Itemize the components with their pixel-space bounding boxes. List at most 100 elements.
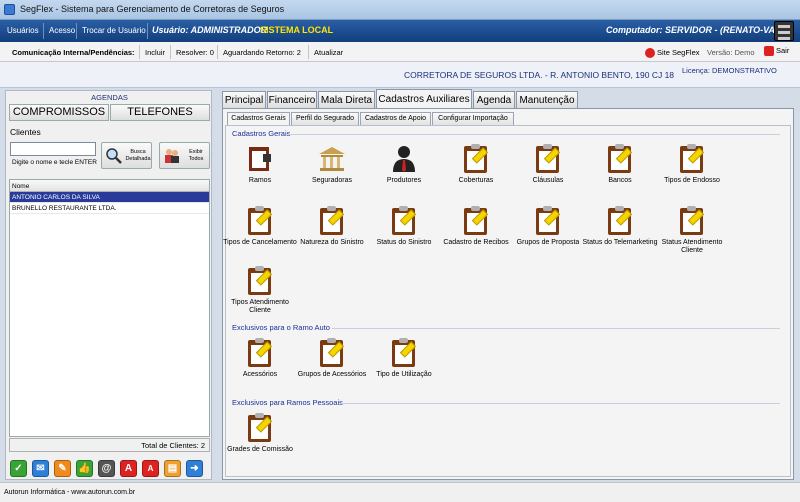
exibir-label: Exibir Todos — [188, 149, 204, 162]
status-telemarketing-item[interactable]: Status do Telemarketing — [580, 206, 660, 247]
tipo-utilizacao-label: Tipo de Utilização — [376, 371, 432, 378]
system-label: SISTEMA LOCAL — [260, 25, 334, 35]
acessorios-item[interactable]: Acessórios — [220, 338, 300, 379]
compromissos-button[interactable]: COMPROMISSOS — [9, 104, 109, 121]
printer-icon[interactable]: ▤ — [164, 460, 181, 477]
edit-icon[interactable]: ✎ — [54, 460, 71, 477]
person-icon — [389, 144, 419, 174]
tab-cadastros-auxiliares[interactable]: Cadastros Auxiliares — [376, 89, 472, 110]
arrow-right-icon[interactable]: ➜ — [186, 460, 203, 477]
subtab-perfil-segurado[interactable]: Perfil do Segurado — [291, 112, 359, 125]
clipboard-pencil-icon — [317, 338, 347, 368]
cadastro-recibos-item[interactable]: Cadastro de Recibos — [436, 206, 516, 247]
splitter-handle[interactable] — [213, 90, 219, 480]
status-text: Autorun Informática - www.autorun.com.br — [4, 489, 136, 496]
tab-mala-direta[interactable]: Mala Direta — [318, 91, 375, 109]
status-telemarketing-label: Status do Telemarketing — [582, 239, 658, 246]
agendas-label: AGENDAS — [91, 93, 128, 102]
tab-agenda[interactable]: Agenda — [473, 91, 515, 109]
grupos-acessorios-label: Grupos de Acessórios — [297, 371, 367, 378]
grupos-proposta-item[interactable]: Grupos de Proposta — [508, 206, 588, 247]
seguradoras-item[interactable]: Seguradoras — [292, 144, 372, 185]
comm-label: Comunicação Interna/Pendências: — [12, 48, 135, 57]
power-icon — [764, 46, 774, 57]
window-title: SegFlex - Sistema para Gerenciamento de … — [20, 4, 285, 14]
subtab-configurar-importacao[interactable]: Configurar Importação — [432, 112, 514, 125]
status-sinistro-item[interactable]: Status do Sinistro — [364, 206, 444, 247]
tipos-cancelamento-label: Tipos de Cancelamento — [223, 239, 297, 246]
calculator-icon[interactable] — [774, 21, 794, 41]
clausulas-label: Cláusulas — [532, 177, 564, 184]
client-search-input[interactable] — [10, 142, 96, 156]
clipboard-pencil-icon — [677, 144, 707, 174]
font-small-icon[interactable]: A — [142, 460, 159, 477]
status-atendimento-label: Status Atendimento Cliente — [661, 239, 723, 254]
section-ramo-auto: Exclusivos para o Ramo Auto — [232, 323, 330, 332]
menu-usuarios[interactable]: Usuários — [7, 26, 39, 35]
site-label: Site SegFlex — [657, 48, 700, 57]
sub-content: Cadastros Gerais Ramos Seguradoras Produ… — [223, 125, 791, 477]
mail-icon[interactable]: ✉ — [32, 460, 49, 477]
tipos-atendimento-label: Tipos Atendimento Cliente — [231, 299, 289, 314]
bank-building-icon — [317, 144, 347, 174]
main-content: Cadastros Gerais Perfil do Segurado Cada… — [222, 108, 794, 480]
clipboard-pencil-icon — [245, 266, 275, 296]
telefones-button[interactable]: TELEFONES — [110, 104, 210, 121]
menu-trocar-usuario[interactable]: Trocar de Usuário — [82, 26, 146, 35]
section-ramos-pessoais: Exclusivos para Ramos Pessoais — [232, 398, 343, 407]
bancos-item[interactable]: Bancos — [580, 144, 660, 185]
check-icon[interactable]: ✓ — [10, 460, 27, 477]
exibir-todos-button[interactable]: Exibir Todos — [159, 142, 210, 169]
grades-comissao-label: Grades de Comissão — [227, 446, 293, 453]
table-row[interactable]: ANTONIO CARLOS DA SILVA — [10, 192, 209, 203]
produtores-item[interactable]: Produtores — [364, 144, 444, 185]
menu-acesso[interactable]: Acesso — [49, 26, 75, 35]
company-label: CORRETORA DE SEGUROS LTDA. - R. ANTONIO … — [404, 70, 675, 80]
produtores-label: Produtores — [386, 177, 422, 184]
clausulas-item[interactable]: Cláusulas — [508, 144, 588, 185]
acessorios-label: Acessórios — [242, 371, 278, 378]
busca-detalhada-button[interactable]: Busca Detalhada — [101, 142, 152, 169]
exit-button[interactable]: Sair — [764, 46, 789, 57]
seguradoras-label: Seguradoras — [311, 177, 353, 184]
atualizar-button[interactable]: Atualizar — [314, 48, 343, 57]
table-row[interactable]: BRUNELLO RESTAURANTE LTDA. — [10, 203, 209, 214]
font-large-icon[interactable]: A — [120, 460, 137, 477]
ramos-item[interactable]: Ramos — [220, 144, 300, 185]
tipos-atendimento-item[interactable]: Tipos Atendimento Cliente — [220, 266, 300, 315]
clipboard-pencil-icon — [605, 144, 635, 174]
tipos-endosso-item[interactable]: Tipos de Endosso — [652, 144, 732, 185]
people-icon — [165, 149, 179, 163]
thumbs-up-icon[interactable]: 👍 — [76, 460, 93, 477]
subtab-cadastros-gerais[interactable]: Cadastros Gerais — [227, 112, 290, 125]
tab-principal[interactable]: Principal — [222, 91, 266, 109]
coberturas-label: Coberturas — [458, 177, 494, 184]
status-atendimento-item[interactable]: Status Atendimento Cliente — [652, 206, 732, 255]
clipboard-pencil-icon — [605, 206, 635, 236]
subtab-cadastros-apoio[interactable]: Cadastros de Apoio — [360, 112, 431, 125]
total-clients-label: Total de Clientes: 2 — [9, 438, 210, 452]
coberturas-item[interactable]: Coberturas — [436, 144, 516, 185]
clipboard-pencil-icon — [389, 206, 419, 236]
incluir-button[interactable]: Incluir — [145, 48, 165, 57]
ramos-icon — [245, 144, 275, 174]
clipboard-pencil-icon — [677, 206, 707, 236]
resolver-button[interactable]: Resolver: 0 — [176, 48, 214, 57]
title-bar: SegFlex - Sistema para Gerenciamento de … — [0, 0, 800, 20]
grupos-acessorios-item[interactable]: Grupos de Acessórios — [292, 338, 372, 379]
at-sign-icon[interactable]: @ — [98, 460, 115, 477]
menu-bar: Usuários Acesso Trocar de Usuário Usuári… — [0, 20, 800, 42]
column-header-nome[interactable]: Nome — [10, 180, 209, 192]
grades-comissao-item[interactable]: Grades de Comissão — [220, 413, 300, 454]
tab-manutencao[interactable]: Manutenção — [516, 91, 578, 109]
tipos-cancelamento-item[interactable]: Tipos de Cancelamento — [220, 206, 300, 247]
clipboard-pencil-icon — [461, 206, 491, 236]
site-button[interactable]: Site SegFlex — [645, 48, 700, 59]
clients-table: Nome ANTONIO CARLOS DA SILVA BRUNELLO RE… — [9, 179, 210, 437]
section-cadastros-gerais: Cadastros Gerais — [232, 129, 291, 138]
app-icon — [4, 4, 15, 15]
tipo-utilizacao-item[interactable]: Tipo de Utilização — [364, 338, 444, 379]
natureza-sinistro-item[interactable]: Natureza do Sinistro — [292, 206, 372, 247]
aguardando-button[interactable]: Aguardando Retorno: 2 — [223, 48, 301, 57]
tab-financeiro[interactable]: Financeiro — [267, 91, 317, 109]
